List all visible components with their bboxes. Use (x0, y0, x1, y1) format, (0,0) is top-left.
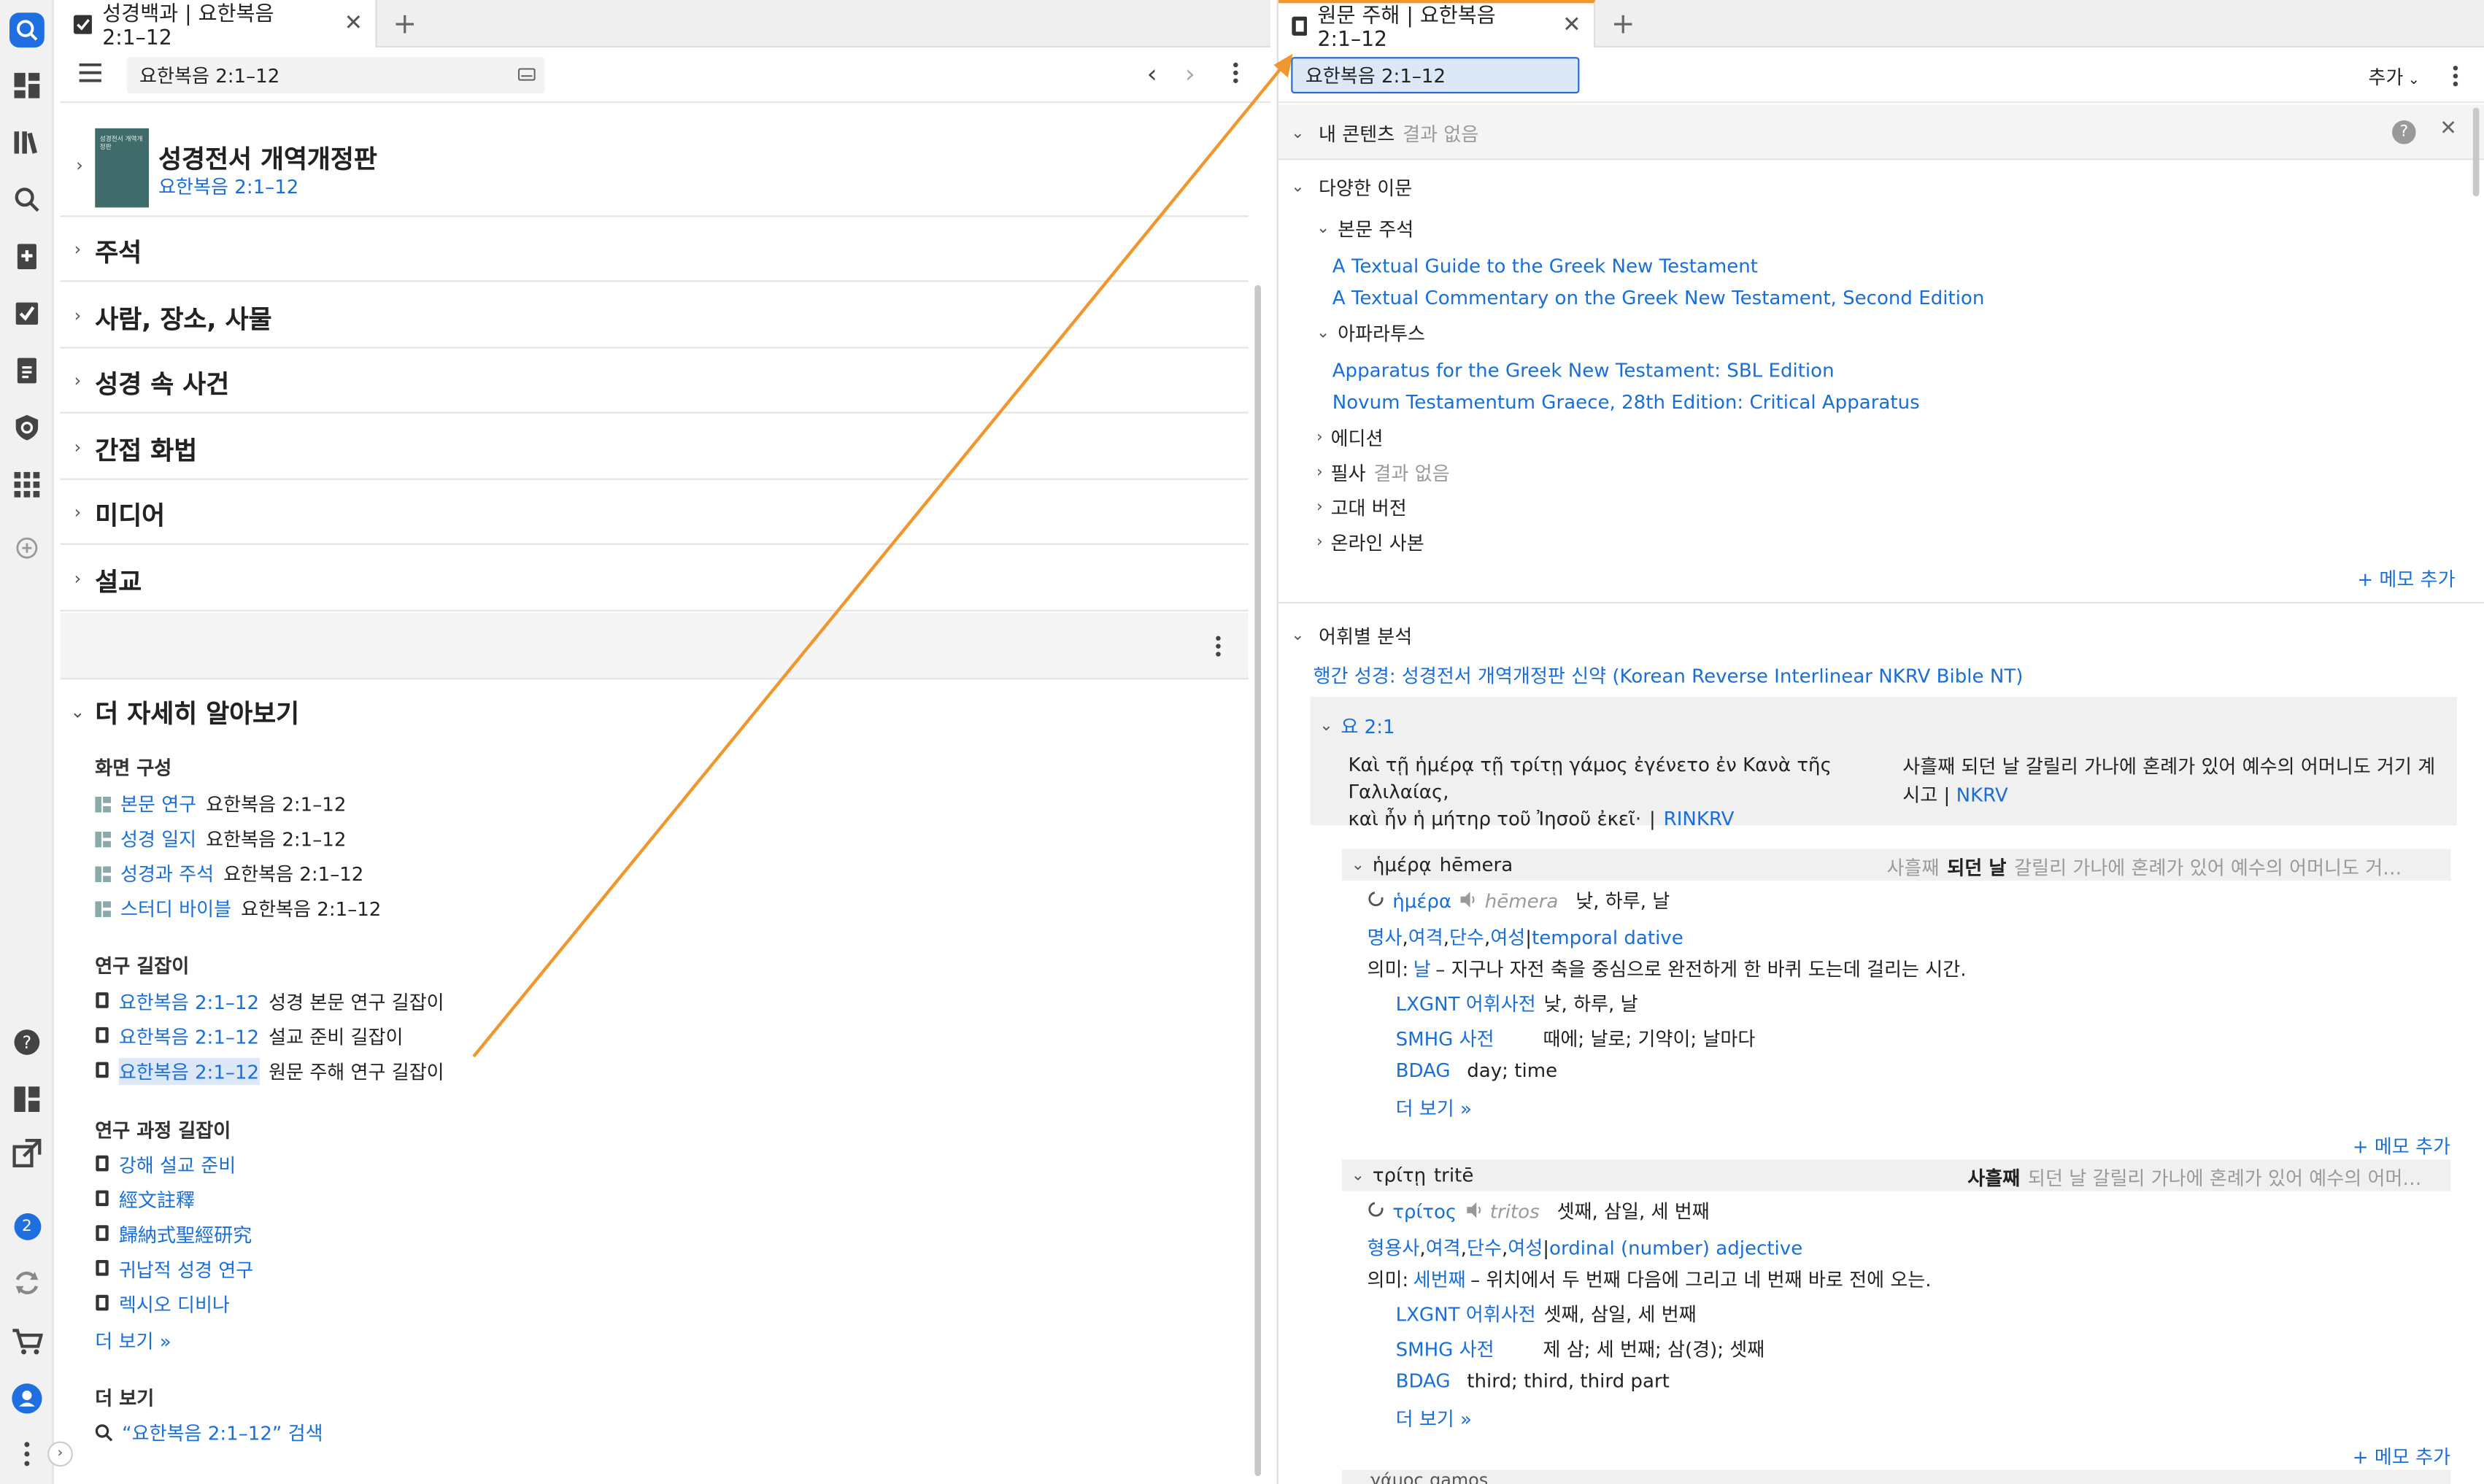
arrow-line (472, 61, 1288, 1058)
annotation-arrow (472, 53, 1293, 1058)
